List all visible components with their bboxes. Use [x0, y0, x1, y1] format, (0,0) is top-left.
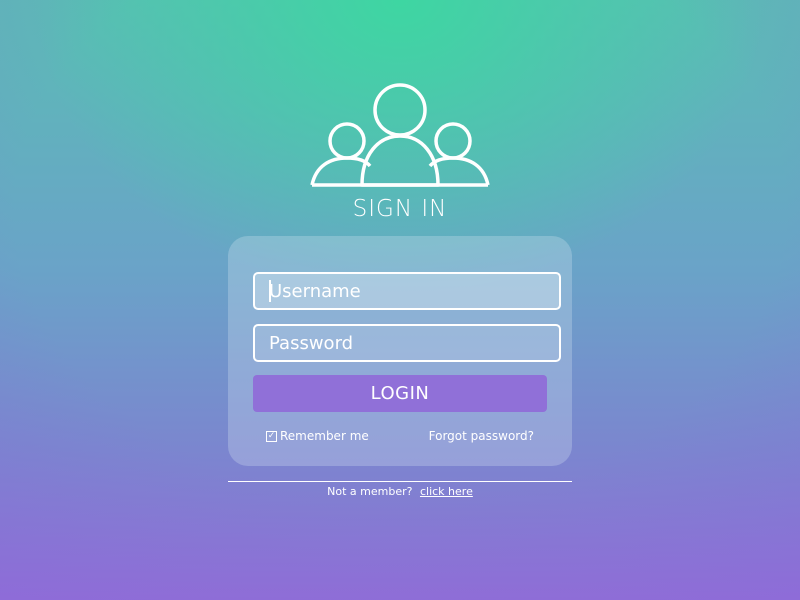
- remember-me-checkbox[interactable]: ✓ Remember me: [266, 429, 369, 443]
- divider: [228, 481, 572, 482]
- page-title: SIGN IN: [352, 196, 448, 222]
- signup-prompt: Not a member? click here: [0, 485, 800, 498]
- click-here-link[interactable]: click here: [420, 485, 473, 498]
- login-card: LOGIN ✓ Remember me Forgot password?: [228, 236, 572, 466]
- username-input[interactable]: [253, 272, 561, 310]
- text-cursor: [269, 280, 271, 302]
- login-button[interactable]: LOGIN: [253, 375, 547, 412]
- password-input[interactable]: [253, 324, 561, 362]
- not-member-text: Not a member?: [327, 485, 413, 498]
- checkbox-checked-icon[interactable]: ✓: [266, 430, 277, 442]
- remember-me-label: Remember me: [280, 429, 369, 443]
- users-group-icon: [310, 83, 490, 187]
- forgot-password-link[interactable]: Forgot password?: [429, 429, 534, 443]
